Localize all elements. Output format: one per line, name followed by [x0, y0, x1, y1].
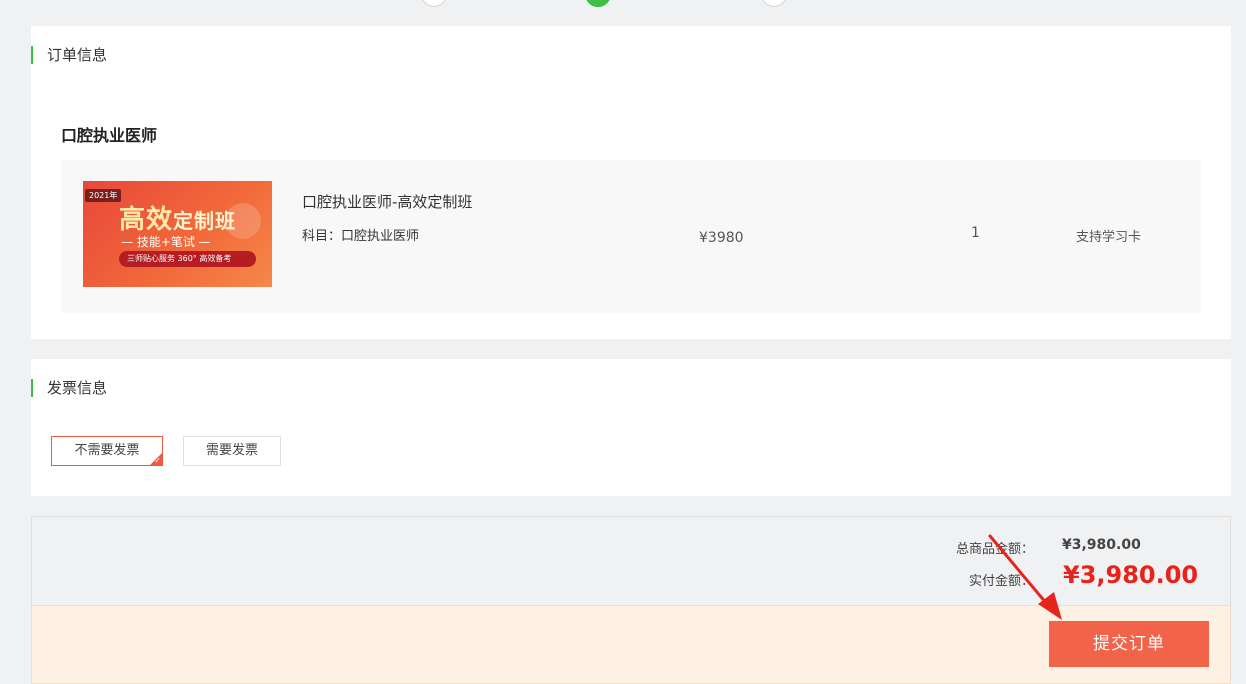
invoice-info-panel: 发票信息 不需要发票 ✓ 需要发票: [31, 359, 1231, 496]
step-indicator-3: [761, 0, 787, 7]
order-footer: 提交订单: [31, 605, 1231, 684]
need-invoice-option[interactable]: 需要发票: [183, 436, 281, 466]
order-info-title: 订单信息: [31, 46, 107, 64]
order-info-panel: 订单信息 口腔执业医师 2021年 高效定制班 — 技能+笔试 — 三师贴心服务…: [31, 26, 1231, 339]
order-summary: 总商品金额： ¥3,980.00 实付金额： ¥3,980.00: [31, 516, 1231, 606]
need-invoice-label: 需要发票: [205, 443, 258, 458]
study-card-support: 支持学习卡: [1076, 230, 1142, 245]
course-quantity: 1: [971, 225, 980, 241]
invoice-info-title: 发票信息: [31, 379, 107, 397]
total-amount-value: ¥3,980.00: [1062, 537, 1141, 553]
no-invoice-label: 不需要发票: [74, 443, 140, 458]
thumbnail-year-badge: 2021年: [85, 189, 122, 202]
pay-amount-value: ¥3,980.00: [1063, 561, 1199, 589]
course-name: 口腔执业医师-高效定制班: [302, 193, 473, 211]
course-thumbnail[interactable]: 2021年 高效定制班 — 技能+笔试 — 三师贴心服务 360° 高效备考: [83, 181, 272, 287]
total-amount-label: 总商品金额：: [956, 542, 1035, 557]
step-indicator-2-active: [585, 0, 611, 7]
thumbnail-tagline: — 技能+笔试 —: [121, 235, 211, 249]
step-indicator-1: [421, 0, 447, 7]
check-icon: ✓: [154, 456, 161, 465]
no-invoice-option[interactable]: 不需要发票 ✓: [51, 436, 163, 466]
order-item-row: 2021年 高效定制班 — 技能+笔试 — 三师贴心服务 360° 高效备考 口…: [61, 160, 1201, 313]
submit-order-button[interactable]: 提交订单: [1049, 621, 1209, 667]
course-subject: 科目：口腔执业医师: [302, 229, 420, 244]
pay-amount-label: 实付金额：: [969, 574, 1035, 589]
course-category-title: 口腔执业医师: [61, 126, 158, 145]
course-price: ¥3980: [699, 230, 744, 246]
thumbnail-banner: 三师贴心服务 360° 高效备考: [119, 251, 256, 267]
thumbnail-headline: 高效定制班: [119, 205, 237, 235]
